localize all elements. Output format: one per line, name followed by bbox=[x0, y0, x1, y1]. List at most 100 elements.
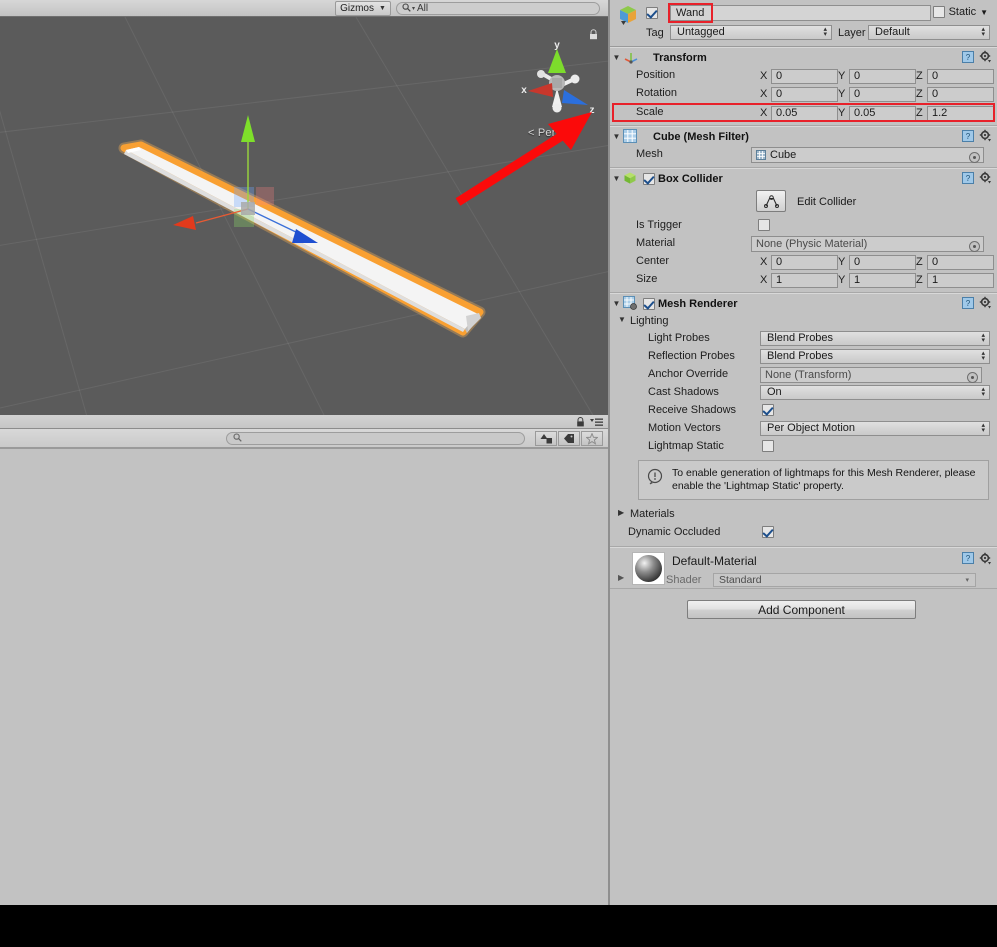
scale-x-input[interactable]: 0.05 bbox=[771, 105, 838, 121]
help-icon[interactable]: ? bbox=[962, 552, 974, 564]
mesh-label: Mesh bbox=[636, 148, 663, 160]
axis-z-label: Z bbox=[916, 256, 923, 268]
shader-label: Shader bbox=[666, 574, 702, 586]
materials-foldout-row[interactable]: ▶ Materials bbox=[610, 504, 997, 523]
material-label: Material bbox=[636, 237, 676, 249]
mesh-renderer-icon bbox=[623, 296, 639, 311]
gizmos-dropdown-button[interactable]: Gizmos ▼ bbox=[335, 1, 391, 16]
center-y-input[interactable]: 0 bbox=[849, 254, 916, 270]
object-picker-icon[interactable] bbox=[969, 241, 980, 252]
center-z-input[interactable]: 0 bbox=[927, 254, 994, 270]
lighting-foldout-row[interactable]: ▼ Lighting bbox=[610, 313, 997, 330]
svg-text:y: y bbox=[554, 40, 560, 51]
edit-collider-row: Edit Collider bbox=[610, 188, 997, 217]
mesh-filter-header[interactable]: ▼ Cube (Mesh Filter) ? bbox=[610, 127, 997, 146]
size-z-input[interactable]: 1 bbox=[927, 272, 994, 288]
reflection-probes-label: Reflection Probes bbox=[648, 350, 735, 362]
project-lock-icon[interactable] bbox=[576, 417, 585, 427]
static-checkbox[interactable] bbox=[932, 6, 945, 18]
project-panel-body[interactable] bbox=[0, 448, 608, 905]
tag-dropdown[interactable]: Untagged ▴ ▾ bbox=[670, 25, 832, 40]
filter-by-label-button[interactable] bbox=[558, 431, 580, 446]
gear-icon[interactable] bbox=[979, 552, 992, 565]
filter-by-type-button[interactable] bbox=[535, 431, 557, 446]
axis-z-label: Z bbox=[916, 107, 923, 119]
lightmap-static-checkbox[interactable] bbox=[762, 440, 774, 452]
reflection-probes-dropdown[interactable]: Blend Probes ▴ ▾ bbox=[760, 349, 990, 364]
foldout-arrow-icon[interactable]: ▼ bbox=[610, 132, 623, 141]
foldout-arrow-icon[interactable]: ▼ bbox=[610, 53, 623, 62]
is-trigger-checkbox[interactable] bbox=[758, 219, 770, 231]
scene-search-value: All bbox=[417, 3, 429, 14]
foldout-arrow-icon[interactable]: ▼ bbox=[618, 315, 626, 324]
position-x-input[interactable]: 0 bbox=[771, 68, 838, 84]
transform-header[interactable]: ▼ Transform ? bbox=[610, 48, 997, 67]
materials-label: Materials bbox=[630, 508, 675, 520]
static-toggle-group[interactable]: Static ▼ bbox=[932, 6, 988, 18]
gameobject-name-input[interactable]: Wand bbox=[670, 5, 931, 21]
size-y-input[interactable]: 1 bbox=[849, 272, 916, 288]
position-z-input[interactable]: 0 bbox=[927, 68, 994, 84]
object-picker-icon[interactable] bbox=[967, 372, 978, 383]
gear-icon[interactable] bbox=[979, 296, 992, 309]
help-icon[interactable]: ? bbox=[962, 171, 974, 184]
gameobject-active-checkbox[interactable] bbox=[646, 7, 658, 22]
foldout-arrow-icon[interactable]: ▼ bbox=[610, 299, 623, 308]
receive-shadows-checkbox[interactable] bbox=[762, 404, 774, 416]
object-picker-icon[interactable] bbox=[969, 152, 980, 163]
help-icon[interactable]: ? bbox=[962, 50, 974, 63]
scale-z-input[interactable]: 1.2 bbox=[927, 105, 994, 121]
edit-collider-button[interactable] bbox=[756, 190, 786, 212]
foldout-arrow-right-icon[interactable]: ▶ bbox=[618, 508, 624, 517]
shader-dropdown[interactable]: Standard ▾ bbox=[713, 573, 976, 587]
cast-shadows-dropdown[interactable]: On ▴ ▾ bbox=[760, 385, 990, 400]
foldout-arrow-icon[interactable]: ▼ bbox=[610, 174, 623, 183]
rotation-x-input[interactable]: 0 bbox=[771, 86, 838, 102]
mesh-renderer-enabled-checkbox[interactable] bbox=[643, 297, 655, 310]
size-x-input[interactable]: 1 bbox=[771, 272, 838, 288]
rotation-z-input[interactable]: 0 bbox=[927, 86, 994, 102]
mesh-object-field[interactable]: Cube bbox=[751, 147, 984, 163]
help-icon[interactable]: ? bbox=[962, 129, 974, 142]
gear-icon[interactable] bbox=[979, 50, 992, 63]
scene-search-input[interactable]: ▾ All bbox=[396, 2, 600, 15]
is-trigger-row: Is Trigger bbox=[610, 217, 997, 235]
project-search-input[interactable] bbox=[226, 432, 525, 445]
mesh-asset-icon bbox=[756, 150, 766, 160]
scale-y-input[interactable]: 0.05 bbox=[849, 105, 916, 121]
help-icon[interactable]: ? bbox=[962, 296, 974, 309]
project-menu-icon[interactable] bbox=[590, 418, 603, 427]
lightmap-info-text: To enable generation of lightmaps for th… bbox=[672, 467, 976, 492]
component-mesh-renderer: ▼ Mesh Renderer ? ▼ Lighting Light Probe… bbox=[610, 293, 997, 547]
position-y-input[interactable]: 0 bbox=[849, 68, 916, 84]
light-probes-dropdown[interactable]: Blend Probes ▴ ▾ bbox=[760, 331, 990, 346]
add-component-button[interactable]: Add Component bbox=[687, 600, 916, 619]
axis-z-label: Z bbox=[916, 274, 923, 286]
svg-text:x: x bbox=[521, 85, 527, 96]
gizmos-label: Gizmos bbox=[340, 3, 374, 14]
box-collider-title: Box Collider bbox=[658, 172, 723, 185]
anchor-override-object-field[interactable]: None (Transform) bbox=[760, 367, 982, 383]
gameobject-icon bbox=[617, 4, 639, 26]
scene-axis-gizmo[interactable]: y x z bbox=[512, 35, 604, 125]
layer-dropdown[interactable]: Default ▴ ▾ bbox=[868, 25, 990, 40]
foldout-arrow-right-icon[interactable]: ▶ bbox=[618, 573, 624, 582]
scene-viewport[interactable]: y x z < Per bbox=[0, 17, 608, 415]
physic-material-object-field[interactable]: None (Physic Material) bbox=[751, 236, 984, 252]
rotation-y-input[interactable]: 0 bbox=[849, 86, 916, 102]
box-collider-enabled-checkbox[interactable] bbox=[643, 172, 655, 185]
scene-lock-icon[interactable] bbox=[589, 29, 598, 40]
gear-icon[interactable] bbox=[979, 129, 992, 142]
center-x-input[interactable]: 0 bbox=[771, 254, 838, 270]
layer-label: Layer bbox=[838, 27, 866, 39]
search-icon bbox=[233, 433, 242, 444]
box-collider-header[interactable]: ▼ Box Collider ? bbox=[610, 169, 997, 188]
filter-by-favorite-button[interactable] bbox=[581, 431, 603, 446]
dynamic-occluded-checkbox[interactable] bbox=[762, 526, 774, 538]
motion-vectors-dropdown[interactable]: Per Object Motion ▴ ▾ bbox=[760, 421, 990, 436]
chevron-down-icon[interactable]: ▼ bbox=[980, 8, 988, 17]
mesh-renderer-header[interactable]: ▼ Mesh Renderer ? bbox=[610, 294, 997, 313]
gear-icon[interactable] bbox=[979, 171, 992, 184]
perspective-label[interactable]: < Per bbox=[528, 127, 556, 139]
material-preview-thumbnail[interactable] bbox=[632, 552, 665, 585]
